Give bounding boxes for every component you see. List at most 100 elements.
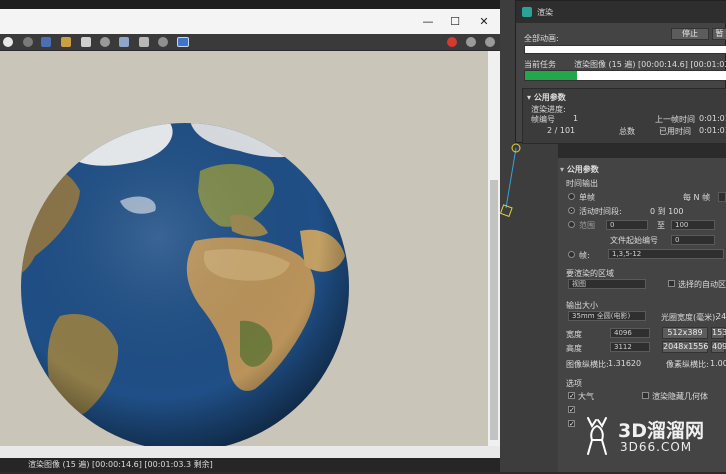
stop-render-icon[interactable] — [447, 37, 457, 47]
render-hidden-checkbox[interactable] — [642, 392, 649, 399]
single-frame-label: 单帧 — [579, 193, 595, 202]
color-white-icon[interactable] — [3, 37, 13, 47]
frame-buffer-titlebar: — ☐ ✕ — [0, 9, 500, 34]
preset-1536-button[interactable]: 1536 — [711, 327, 726, 339]
history-icon[interactable] — [466, 37, 476, 47]
horizontal-scrollbar[interactable] — [0, 446, 500, 458]
current-task-progress-fill — [525, 71, 578, 80]
elapsed-label: 已用时间 — [659, 127, 691, 136]
image-aspect-value: 1.31620 — [608, 359, 642, 368]
frames-radio[interactable] — [568, 251, 575, 258]
current-task-label: 当前任务 — [524, 60, 556, 69]
range-radio[interactable] — [568, 221, 575, 228]
output-size-label: 输出大小 — [566, 301, 598, 310]
save-image-icon[interactable] — [41, 37, 51, 47]
every-n-field[interactable] — [718, 192, 726, 202]
frame-number-value: 1 — [573, 114, 579, 123]
frame-buffer-toolbar — [0, 34, 500, 51]
range-to-field[interactable]: 100 — [671, 220, 715, 230]
stop-button[interactable]: 停止 — [671, 28, 709, 40]
height-label: 高度 — [566, 344, 582, 353]
size-preset-dropdown[interactable]: 35mm 全圆(电影) — [568, 311, 646, 321]
print-image-icon[interactable] — [119, 37, 129, 47]
aperture-value: 24 — [716, 312, 726, 321]
color-gray-icon[interactable] — [23, 37, 33, 47]
channel-display-icon[interactable] — [158, 37, 168, 47]
area-label: 要渲染的区域 — [566, 269, 614, 278]
aperture-label: 光圈宽度(毫米): — [661, 313, 718, 322]
globe — [21, 123, 349, 446]
render-progress-dialog: 渲染 全部动画: 停止 暂 当前任务 渲染图像 (15 遍) [00:00:14… — [515, 0, 726, 144]
dialog-params-header: ▾ 公用参数 — [527, 93, 566, 102]
option-checkbox-3[interactable]: ✓ — [568, 406, 575, 414]
current-task-progress-bar — [524, 70, 726, 81]
single-frame-radio[interactable] — [568, 193, 575, 200]
watermark-title: 3D溜溜网 — [618, 420, 704, 442]
atmosphere-label: 大气 — [578, 392, 594, 401]
close-button[interactable]: ✕ — [472, 9, 496, 34]
pixel-aspect-value: 1.000 — [710, 359, 726, 368]
dialog-title: 渲染 — [537, 8, 553, 17]
height-field[interactable]: 3112 — [610, 342, 650, 352]
rendered-earth-image — [21, 123, 349, 446]
clone-window-icon[interactable] — [100, 37, 110, 47]
render-hidden-label: 渲染隐藏几何体 — [652, 392, 708, 401]
auto-region-checkbox[interactable] — [668, 280, 675, 287]
auto-region-label: 选择的自动区 — [678, 280, 726, 289]
dialog-params-panel: ▾ 公用参数 渲染进度: 帧编号 1 上一帧时间 0:01:01 2 / 101… — [522, 88, 726, 144]
preset-4096-button[interactable]: 4096 — [711, 341, 726, 353]
active-segment-label: 活动时间段: — [579, 207, 622, 216]
current-task-value: 渲染图像 (15 遍) [00:00:14.6] [00:01:03. — [574, 60, 726, 69]
preset-2048-button[interactable]: 2048x1556 — [662, 341, 708, 353]
scrollbar-thumb[interactable] — [490, 180, 498, 440]
active-segment-radio[interactable] — [568, 207, 575, 214]
collapse-icon: ▾ — [560, 165, 567, 174]
clear-image-icon[interactable] — [139, 37, 149, 47]
site-watermark: 3D溜溜网 3D66.COM — [580, 410, 726, 460]
pause-button[interactable]: 暂 — [712, 28, 726, 40]
frame-number-label: 帧编号 — [531, 115, 555, 124]
watermark-subtitle: 3D66.COM — [620, 440, 693, 454]
eye-icon[interactable] — [485, 37, 495, 47]
width-field[interactable]: 4096 — [610, 328, 650, 338]
render-canvas — [0, 51, 488, 446]
range-from-field[interactable]: 0 — [606, 220, 648, 230]
every-n-label: 每 N 帧 — [683, 193, 711, 202]
file-start-label: 文件起始编号 — [610, 236, 658, 245]
all-animation-label: 全部动画: — [524, 34, 559, 43]
file-start-field[interactable]: 0 — [671, 235, 715, 245]
params-header[interactable]: ▾ 公用参数 — [560, 164, 724, 176]
preset-512-button[interactable]: 512x389 — [662, 327, 708, 339]
all-animation-progress-bar — [524, 45, 726, 54]
copy-image-icon[interactable] — [81, 37, 91, 47]
area-dropdown[interactable]: 视图 — [568, 279, 646, 289]
frame-count-value: 2 / 101 — [547, 126, 576, 135]
width-label: 宽度 — [566, 330, 582, 339]
options-label: 选项 — [566, 379, 582, 388]
monitor-channel-icon[interactable] — [177, 37, 189, 47]
range-label: 范围 — [579, 221, 595, 230]
range-to-label: 至 — [657, 221, 665, 230]
3dsmax-logo-icon — [522, 7, 532, 17]
frame-buffer-window: — ☐ ✕ 渲染图像 (15 遍) [00:00:14.6] [00:01:03… — [0, 0, 500, 472]
last-frame-time-value: 0:01:01 — [699, 114, 726, 123]
last-frame-time-label: 上一帧时间 — [655, 115, 695, 124]
minimize-button[interactable]: — — [416, 9, 440, 34]
pixel-aspect-label: 像素纵横比: — [666, 360, 709, 369]
params-header-label: 公用参数 — [566, 165, 599, 174]
atmosphere-checkbox[interactable]: ✓ — [568, 392, 575, 400]
image-aspect-label: 图像纵横比: — [566, 360, 609, 369]
dialog-titlebar: 渲染 — [516, 1, 726, 23]
deer-logo-icon — [587, 417, 607, 455]
render-status-bar: 渲染图像 (15 遍) [00:00:14.6] [00:01:03.3 剩余] — [0, 458, 500, 472]
dialog-params-header-text: 公用参数 — [533, 93, 566, 102]
option-checkbox-4[interactable]: ✓ — [568, 420, 575, 428]
frames-field[interactable]: 1,3,5-12 — [608, 249, 724, 259]
frames-label: 帧: — [579, 251, 590, 260]
active-segment-value: 0 到 100 — [650, 207, 684, 216]
time-output-label: 时间输出 — [566, 179, 598, 188]
open-folder-icon[interactable] — [61, 37, 71, 47]
elapsed-value: 0:01:01 — [699, 126, 726, 135]
total-label: 总数 — [619, 127, 635, 136]
maximize-button[interactable]: ☐ — [443, 9, 467, 34]
